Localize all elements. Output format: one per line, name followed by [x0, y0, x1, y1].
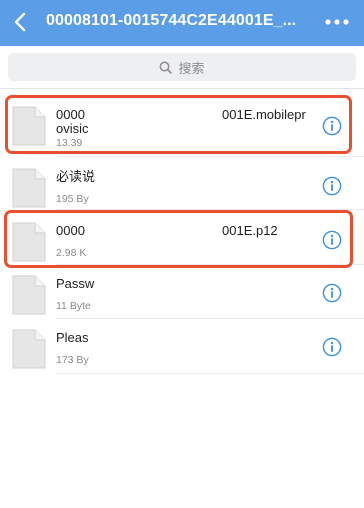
file-size: 195 By	[56, 193, 89, 205]
file-icon	[12, 168, 46, 208]
file-size: 173 By	[56, 354, 89, 366]
info-icon[interactable]	[322, 176, 342, 196]
search-placeholder: 搜索	[178, 60, 205, 76]
file-icon	[12, 329, 46, 369]
info-icon[interactable]	[322, 283, 342, 303]
row-divider	[56, 318, 364, 319]
divider	[0, 88, 364, 89]
file-name: Pleas	[56, 330, 89, 345]
file-row[interactable]: Passw 11 Byte	[0, 268, 364, 322]
file-icon	[12, 275, 46, 315]
info-icon[interactable]	[322, 337, 342, 357]
file-size: 11 Byte	[56, 300, 91, 312]
ellipsis-icon[interactable]	[320, 12, 354, 32]
row-divider	[56, 373, 364, 374]
highlight-box	[5, 95, 352, 154]
highlight-box	[4, 210, 353, 268]
search-icon	[160, 61, 173, 74]
search-area: 搜索	[0, 46, 364, 88]
search-input[interactable]: 搜索	[8, 53, 356, 81]
chevron-left-icon[interactable]	[10, 10, 32, 34]
file-row[interactable]: Pleas 173 By	[0, 322, 364, 376]
file-name: Passw	[56, 276, 95, 291]
file-name: 必读说	[56, 169, 96, 184]
navigation-bar: 00008101-0015744C2E44001E_...	[0, 0, 364, 46]
row-divider	[56, 156, 364, 157]
file-row[interactable]: 必读说 195 By	[0, 161, 364, 215]
page-title: 00008101-0015744C2E44001E_...	[46, 12, 297, 29]
